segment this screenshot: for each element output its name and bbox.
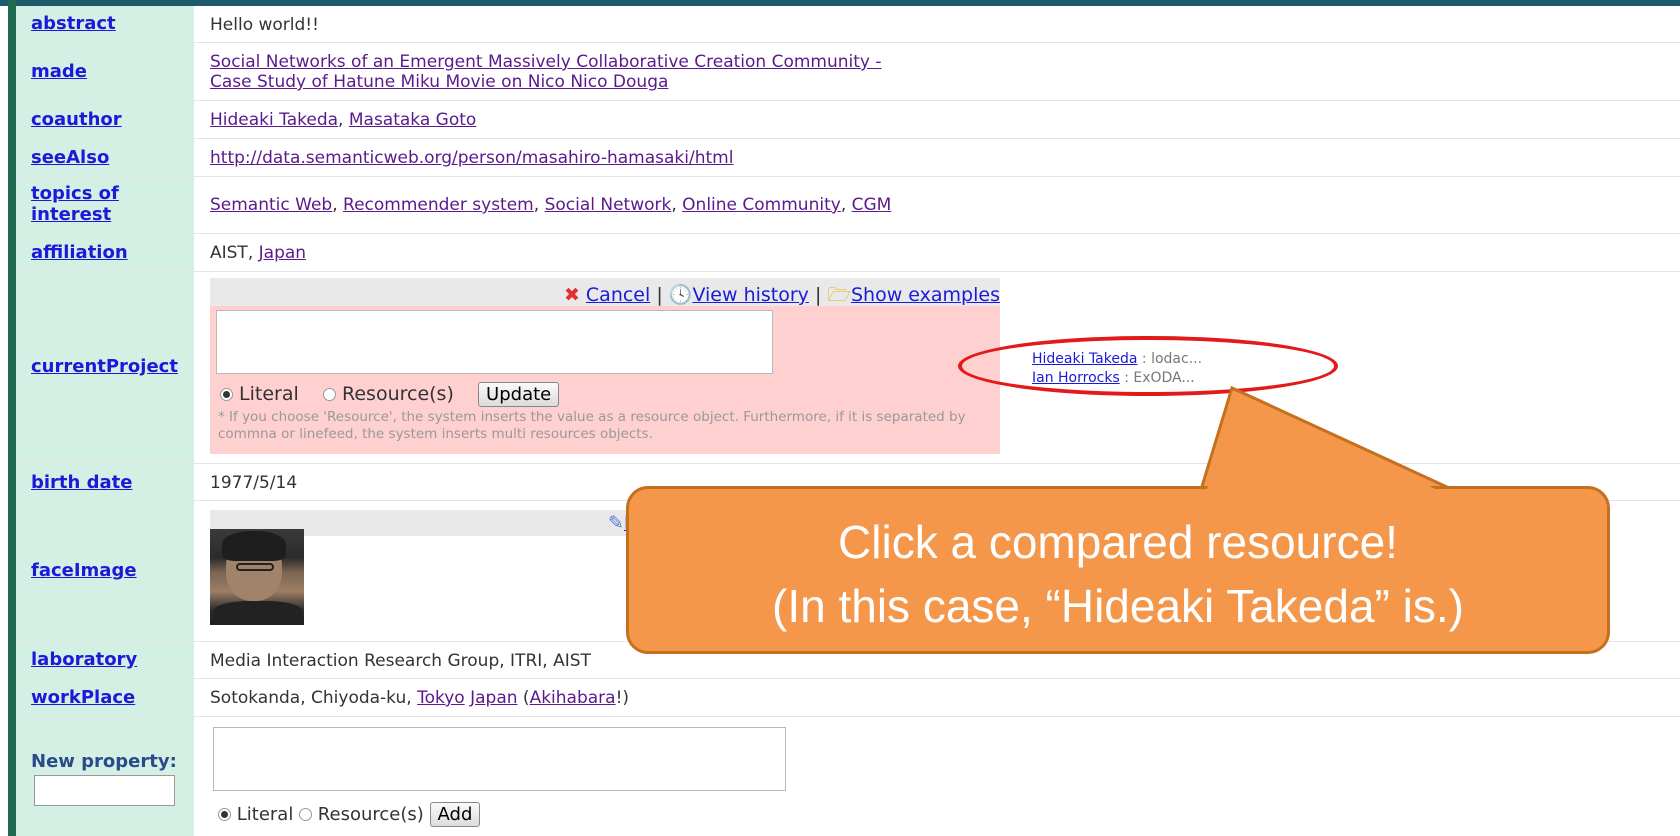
row-abstract: abstract Hello world!! — [16, 6, 1680, 43]
new-property-label: New property: — [31, 751, 177, 772]
project-value-textarea[interactable] — [216, 310, 773, 374]
edit-actions: ✖ Cancel | 🕓View history | 🗁Show example… — [564, 281, 1000, 313]
radio-literal-label: Literal — [236, 804, 294, 825]
radio-literal[interactable] — [220, 388, 233, 401]
radio-literal[interactable] — [218, 808, 231, 821]
property-workplace[interactable]: workPlace — [31, 687, 135, 708]
key-cell: affiliation — [16, 234, 194, 271]
new-value-type-options: Literal Resource(s) Add — [218, 802, 481, 827]
key-cell: seeAlso — [16, 139, 194, 176]
face-hair — [222, 531, 286, 561]
property-laboratory[interactable]: laboratory — [31, 649, 137, 670]
edit-panel-header: ✖ Cancel | 🕓View history | 🗁Show example… — [210, 278, 1000, 306]
workplace-text: Sotokanda, Chiyoda-ku, — [210, 688, 418, 708]
row-affiliation: affiliation AIST, Japan — [16, 234, 1680, 272]
row-made: made Social Networks of an Emergent Mass… — [16, 43, 1680, 101]
key-cell: currentProject — [16, 272, 194, 463]
property-affiliation[interactable]: affiliation — [31, 242, 128, 263]
key-cell: birth date — [16, 464, 194, 500]
callout-line1: Click a compared resource! — [838, 516, 1398, 568]
key-cell: faceImage — [16, 501, 194, 641]
left-border — [8, 0, 16, 836]
instruction-callout: Click a compared resource! (In this case… — [626, 486, 1610, 654]
tokyo-link[interactable]: Tokyo — [417, 688, 465, 708]
row-topics: topics of interest Semantic Web, Recommen… — [16, 177, 1680, 234]
radio-resource[interactable] — [299, 808, 313, 821]
new-property-value-textarea[interactable] — [213, 727, 786, 791]
birthdate-value: 1977/5/14 — [210, 473, 298, 493]
workplace-value: Sotokanda, Chiyoda-ku, Tokyo Japan (Akih… — [210, 688, 629, 708]
coauthor-value: Hideaki Takeda, Masataka Goto — [210, 110, 476, 130]
row-seealso: seeAlso http://data.semanticweb.org/pers… — [16, 139, 1680, 177]
made-publication-link[interactable]: Social Networks of an Emergent Massively… — [210, 52, 882, 92]
row-workplace: workPlace Sotokanda, Chiyoda-ku, Tokyo J… — [16, 679, 1680, 717]
key-cell: workPlace — [16, 679, 194, 716]
sep: , — [338, 110, 349, 130]
clock-icon[interactable]: 🕓 — [669, 284, 693, 306]
radio-resource[interactable] — [322, 388, 336, 401]
cancel-link[interactable]: Cancel — [586, 284, 650, 306]
topic-link[interactable]: Semantic Web — [210, 195, 332, 215]
folder-icon[interactable]: 🗁 — [827, 284, 851, 306]
key-cell: abstract — [16, 6, 194, 42]
topic-link[interactable]: Recommender system — [343, 195, 534, 215]
laboratory-value: Media Interaction Research Group, ITRI, … — [210, 651, 591, 671]
property-currentproject[interactable]: currentProject — [31, 356, 178, 377]
topics-value: Semantic Web, Recommender system, Social… — [210, 195, 892, 215]
value-type-options: Literal Resource(s) Update — [220, 382, 560, 407]
made-line2: Case Study of Hatune Miku Movie on Nico … — [210, 72, 669, 92]
property-made[interactable]: made — [31, 61, 87, 82]
coauthor-link-takeda[interactable]: Hideaki Takeda — [210, 110, 338, 130]
key-cell: topics of interest — [16, 177, 194, 233]
property-abstract[interactable]: abstract — [31, 13, 116, 34]
topic-link[interactable]: CGM — [852, 195, 892, 215]
paren-open: ( — [517, 688, 530, 708]
sep: | — [814, 284, 822, 306]
sep: | — [656, 284, 663, 306]
property-faceimage[interactable]: faceImage — [31, 560, 137, 581]
row-new-property: New property: Literal Resource(s) Add — [16, 717, 1680, 836]
topic-link[interactable]: Social Network — [545, 195, 672, 215]
view-history-link[interactable]: View history — [692, 284, 808, 306]
topics-key-line2: interest — [31, 204, 112, 225]
property-birthdate[interactable]: birth date — [31, 472, 132, 493]
pencil-icon[interactable]: ✎ — [608, 512, 624, 534]
key-cell: laboratory — [16, 642, 194, 678]
paren-close: !) — [615, 688, 630, 708]
topic-link[interactable]: Online Community — [682, 195, 841, 215]
face-shirt — [214, 601, 302, 625]
key-cell: coauthor — [16, 101, 194, 138]
radio-literal-label: Literal — [239, 383, 299, 405]
radio-resource-label: Resource(s) — [317, 804, 424, 825]
update-button[interactable]: Update — [478, 382, 560, 407]
affiliation-value: AIST, Japan — [210, 243, 306, 263]
seealso-link[interactable]: http://data.semanticweb.org/person/masah… — [210, 148, 733, 168]
affiliation-japan-link[interactable]: Japan — [259, 243, 306, 263]
property-topics-of-interest[interactable]: topics of interest — [31, 183, 119, 225]
made-line1: Social Networks of an Emergent Massively… — [210, 52, 882, 72]
japan-link[interactable]: Japan — [470, 688, 517, 708]
abstract-value: Hello world!! — [210, 15, 319, 35]
row-currentproject: currentProject ✖ Cancel | 🕓View history … — [16, 272, 1680, 464]
cancel-x-icon[interactable]: ✖ — [564, 284, 580, 306]
face-glasses — [236, 563, 274, 571]
property-coauthor[interactable]: coauthor — [31, 109, 122, 130]
add-button[interactable]: Add — [429, 802, 481, 827]
affiliation-text: AIST, — [210, 243, 259, 263]
akihabara-link[interactable]: Akihabara — [530, 688, 616, 708]
key-cell: New property: — [16, 717, 194, 836]
resource-note: * If you choose 'Resource', the system i… — [218, 409, 966, 442]
property-seealso[interactable]: seeAlso — [31, 147, 109, 168]
new-property-input[interactable] — [34, 775, 175, 806]
key-cell: made — [16, 43, 194, 100]
row-coauthor: coauthor Hideaki Takeda, Masataka Goto — [16, 101, 1680, 139]
show-examples-link[interactable]: Show examples — [851, 284, 1000, 306]
edit-panel: ✖ Cancel | 🕓View history | 🗁Show example… — [210, 278, 1000, 454]
topics-key-line1: topics of — [31, 183, 119, 204]
callout-line2: (In this case, “Hideaki Takeda” is.) — [772, 580, 1464, 632]
coauthor-link-goto[interactable]: Masataka Goto — [349, 110, 476, 130]
highlight-ellipse — [958, 336, 1338, 396]
face-photo — [210, 529, 304, 625]
radio-resource-label: Resource(s) — [342, 383, 454, 405]
